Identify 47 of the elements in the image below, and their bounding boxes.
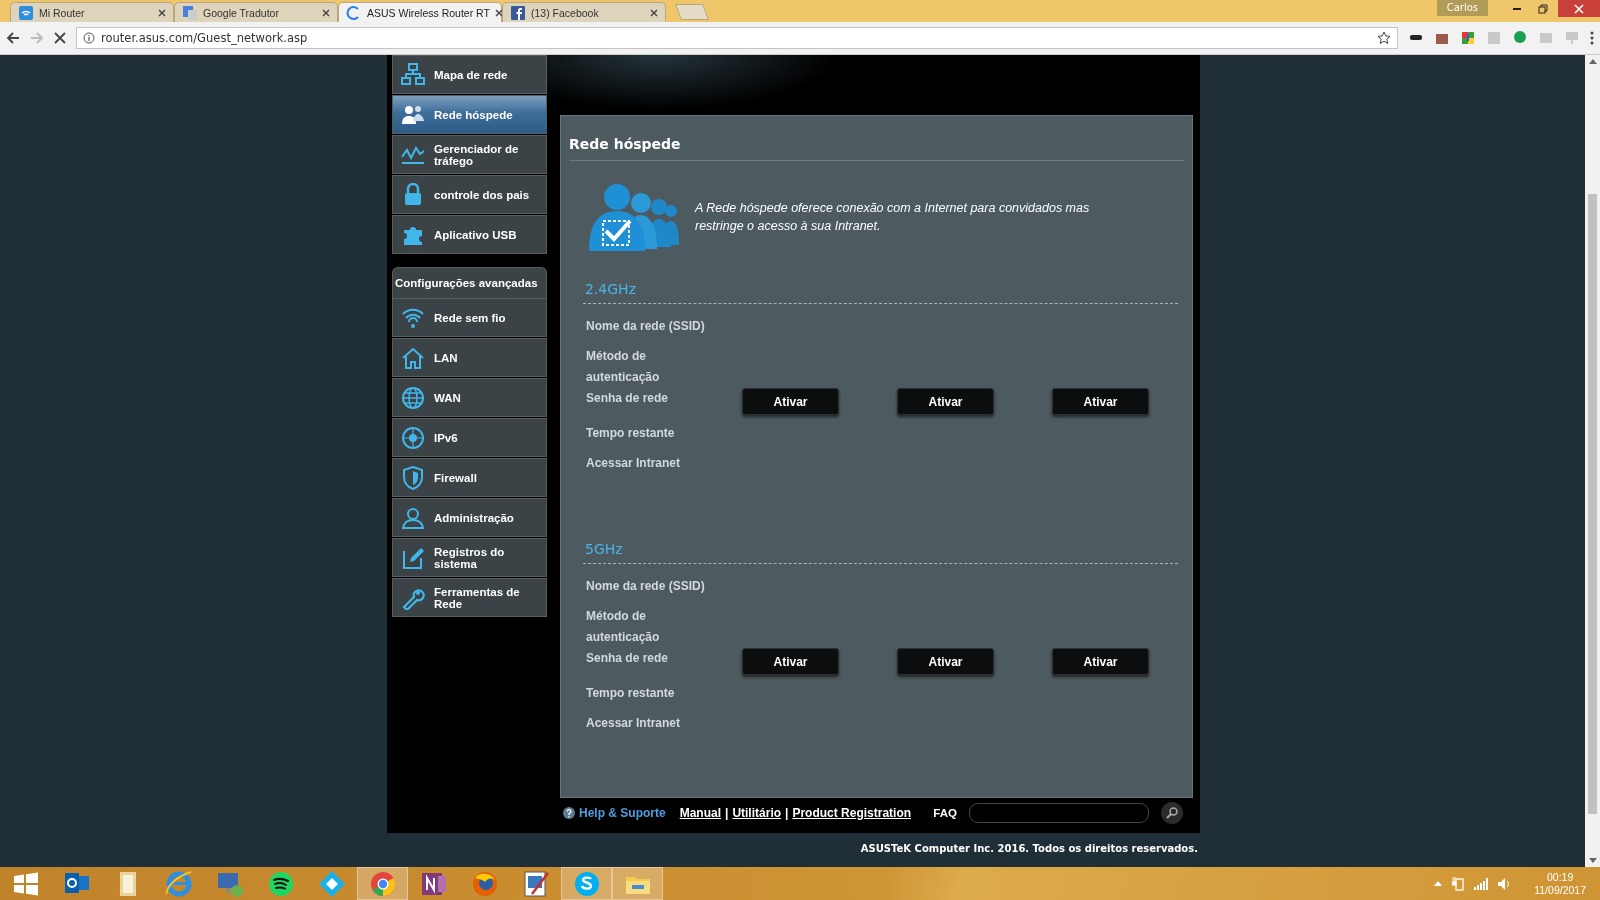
sidebar-item[interactable]: Gerenciador de tráfego (392, 135, 547, 174)
field-label: Acessar Intranet (586, 715, 682, 732)
sidebar-item[interactable]: WAN (392, 378, 547, 417)
field-label: Senha de rede (586, 390, 670, 407)
enable-button[interactable]: Ativar (897, 388, 994, 415)
faq-label: FAQ (933, 807, 957, 819)
sidebar-item[interactable]: Rede sem fio (392, 298, 547, 337)
separator: | (785, 806, 789, 820)
description-text: A Rede hóspede oferece conexão com a Internet para convidados mas restringe o acesso à sua Intranet. (695, 200, 1091, 235)
help-link[interactable]: Help & Suporte (563, 806, 666, 820)
enable-button[interactable]: Ativar (742, 648, 839, 675)
sidebar-item[interactable]: LAN (392, 338, 547, 377)
sidebar-item[interactable]: Mapa de rede (392, 55, 547, 94)
browser-tab[interactable]: ASUS Wireless Router RT (338, 2, 502, 22)
footer-link[interactable]: Manual (679, 806, 721, 820)
field-label: Senha de rede (586, 650, 670, 667)
address-field[interactable]: router.asus.com/Guest_network.asp (76, 27, 1398, 49)
band-heading: 2.4GHz (583, 281, 1178, 304)
field-label: Tempo restante (586, 685, 676, 702)
sidebar-item[interactable]: Firewall (392, 458, 547, 497)
sidebar-item[interactable]: Administração (392, 498, 547, 537)
enable-button[interactable]: Ativar (742, 388, 839, 415)
enable-button[interactable]: Ativar (897, 648, 994, 675)
field-label: Acessar Intranet (586, 455, 682, 472)
sidebar-item[interactable]: Ferramentas de Rede (392, 578, 547, 617)
footer-link[interactable]: Utilitário (732, 806, 782, 820)
band-heading: 5GHz (583, 541, 1178, 564)
panel-title: Rede hóspede (569, 116, 1184, 161)
sidebar-item[interactable]: Aplicativo USB (392, 215, 547, 254)
field-label: Tempo restante (586, 425, 676, 442)
sidebar-item[interactable]: IPv6 (392, 418, 547, 457)
enable-button[interactable]: Ativar (1052, 648, 1149, 675)
field-label: Método de autenticação (586, 608, 661, 646)
browser-tab[interactable]: Google Tradutor (174, 2, 338, 22)
field-label: Nome da rede (SSID) (586, 578, 706, 595)
footer-link[interactable]: Product Registration (792, 806, 912, 820)
field-label: Nome da rede (SSID) (586, 318, 706, 335)
sidebar-item[interactable]: Rede hóspede (392, 95, 547, 134)
section-header: Configurações avançadas (392, 267, 547, 298)
browser-tab[interactable]: (13) Facebook (502, 2, 666, 22)
field-label: Método de autenticação (586, 348, 661, 386)
separator: | (725, 806, 729, 820)
enable-button[interactable]: Ativar (1052, 388, 1149, 415)
browser-tab[interactable]: Mi Router (10, 2, 174, 22)
sidebar-item[interactable]: Registros do sistema (392, 538, 547, 577)
copyright-text: ASUSTeK Computer Inc. 2016. Todos os direitos reservados. (859, 842, 1199, 854)
sidebar-item[interactable]: controle dos pais (392, 175, 547, 214)
